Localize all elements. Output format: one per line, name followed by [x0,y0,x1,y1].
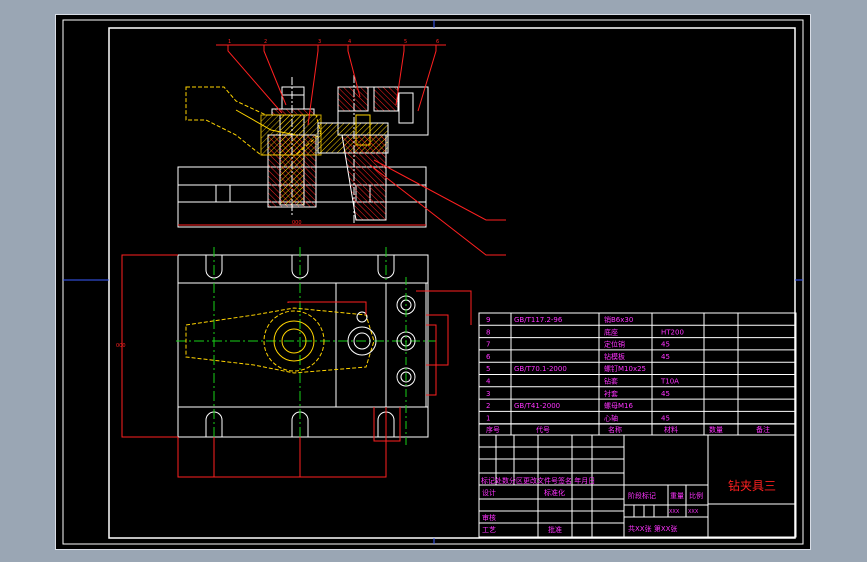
craft-label: 工艺 [482,526,496,534]
cad-viewport[interactable]: 000 1 2 3 4 5 6 000 9 GB/T117.2-96 销B6x3… [55,14,811,550]
stage-mark-label: 阶段标记 [628,491,656,500]
parts-cell-name: 螺母M16 [604,401,633,410]
title-block: 标记处数分区更改文件号签名 年月日 设计 标准化 审核 工艺 批准 阶段标记 重… [478,434,797,538]
parts-cell-std: GB/T70.1-2000 [514,365,567,373]
parts-cell-name: 衬套 [604,389,618,398]
scale-value: XXX [688,509,699,515]
sheet-count: 共XX张 第XX张 [628,524,677,533]
leader-number: 3 [318,39,321,45]
front-view: 000 [177,75,429,228]
parts-cell-name: 螺钉M10x25 [604,364,646,373]
header-no: 序号 [486,425,500,434]
parts-cell-no: 5 [486,365,490,373]
parts-cell-no: 4 [486,378,491,386]
parts-cell-no: 1 [486,414,490,422]
parts-cell-mat: HT200 [661,328,684,336]
parts-cell-name: 定位销 [604,340,625,349]
header-remark: 备注 [756,425,770,434]
parts-cell-mat: 45 [661,390,670,398]
weight-label: 重量 [670,492,684,500]
parts-cell-mat: 45 [661,414,670,422]
parts-cell-no: 6 [486,353,491,361]
parts-cell-name: 心轴 [604,413,618,422]
parts-cell-name: 销B6x30 [604,315,633,324]
parts-cell-name: 底座 [604,327,618,336]
leader-number: 5 [404,39,407,45]
weight-value: XXX [669,509,680,515]
parts-cell-no: 2 [486,402,490,410]
leader-number: 2 [264,39,267,45]
parts-cell-std: GB/T41-2000 [514,402,560,410]
approve-label: 批准 [548,525,562,534]
parts-table: 9 GB/T117.2-96 销B6x30 8 底座 HT200 7 定位销 45 6 钻模板 45 5… [478,312,797,436]
header-std: 代号 [536,425,550,434]
leader-number: 6 [436,39,439,45]
leader-number: 4 [348,39,351,45]
parts-cell-mat: 45 [661,341,670,349]
parts-cell-no: 7 [486,341,490,349]
header-weight: 数量 [709,425,723,434]
leader-number-labels: 1 2 3 4 5 6 [228,39,439,45]
header-name: 名称 [608,425,622,434]
standardize-label: 标准化 [544,488,565,497]
parts-cell-std: GB/T117.2-96 [514,316,563,324]
outer-frame [62,19,804,545]
parts-cell-no: 9 [486,316,490,324]
review-label: 审核 [482,513,496,522]
parts-cell-name: 钻模板 [604,352,625,361]
parts-cell-name: 钻套 [604,377,618,386]
svg-text:000: 000 [116,343,126,349]
top-view: 000 [116,247,472,478]
drawing-title: 钻夹具三 [728,478,776,493]
header-mat: 材料 [664,425,678,434]
parts-cell-mat: 45 [661,353,670,361]
scale-label: 比例 [689,491,703,500]
svg-text:000: 000 [292,220,302,226]
parts-cell-mat: T10A [660,378,679,386]
design-label: 设计 [482,488,496,497]
parts-cell-no: 3 [486,390,490,398]
leader-number: 1 [228,39,231,45]
parts-cell-no: 8 [486,328,490,336]
cad-drawing: 000 1 2 3 4 5 6 000 9 GB/T117.2-96 销B6x3… [62,19,804,545]
revision-row: 标记处数分区更改文件号签名 年月日 [481,476,595,485]
